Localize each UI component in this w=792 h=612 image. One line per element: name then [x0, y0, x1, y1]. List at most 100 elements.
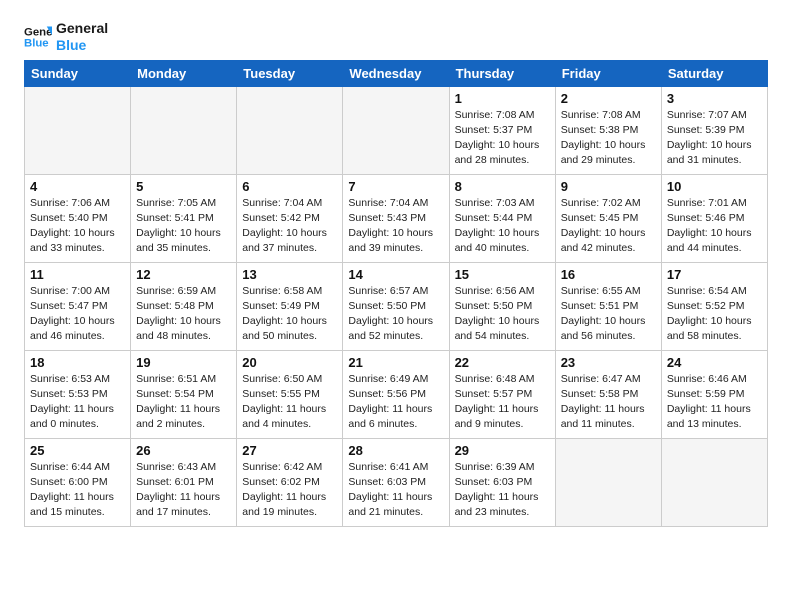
day-cell-29: 29 Sunrise: 6:39 AM Sunset: 6:03 PM Dayli… — [449, 438, 555, 526]
empty-cell — [237, 86, 343, 174]
day-info: Sunrise: 7:04 AM Sunset: 5:43 PM Dayligh… — [348, 196, 443, 257]
empty-cell — [555, 438, 661, 526]
day-info: Sunrise: 7:01 AM Sunset: 5:46 PM Dayligh… — [667, 196, 762, 257]
day-info: Sunrise: 7:03 AM Sunset: 5:44 PM Dayligh… — [455, 196, 550, 257]
day-cell-22: 22Sunrise: 6:48 AM Sunset: 5:57 PM Dayli… — [449, 350, 555, 438]
day-cell-11: 11 Sunrise: 7:00 AM Sunset: 5:47 PM Dayli… — [25, 262, 131, 350]
header-row: SundayMondayTuesdayWednesdayThursdayFrid… — [25, 60, 768, 86]
day-cell-27: 27 Sunrise: 6:42 AM Sunset: 6:02 PM Dayli… — [237, 438, 343, 526]
day-number: 19 — [136, 355, 231, 370]
svg-text:Blue: Blue — [24, 37, 49, 49]
week-row-2: 4 Sunrise: 7:06 AM Sunset: 5:40 PM Daylig… — [25, 174, 768, 262]
day-number: 4 — [30, 179, 125, 194]
day-number: 7 — [348, 179, 443, 194]
day-cell-18: 18 Sunrise: 6:53 AM Sunset: 5:53 PM Dayli… — [25, 350, 131, 438]
day-info: Sunrise: 6:50 AM Sunset: 5:55 PM Dayligh… — [242, 372, 337, 433]
day-number: 21 — [348, 355, 443, 370]
day-cell-8: 8 Sunrise: 7:03 AM Sunset: 5:44 PM Daylig… — [449, 174, 555, 262]
empty-cell — [343, 86, 449, 174]
empty-cell — [661, 438, 767, 526]
day-cell-6: 6 Sunrise: 7:04 AM Sunset: 5:42 PM Daylig… — [237, 174, 343, 262]
day-cell-3: 3 Sunrise: 7:07 AM Sunset: 5:39 PM Daylig… — [661, 86, 767, 174]
day-info: Sunrise: 7:07 AM Sunset: 5:39 PM Dayligh… — [667, 108, 762, 169]
day-info: Sunrise: 6:56 AM Sunset: 5:50 PM Dayligh… — [455, 284, 550, 345]
day-number: 10 — [667, 179, 762, 194]
day-cell-19: 19Sunrise: 6:51 AM Sunset: 5:54 PM Dayli… — [131, 350, 237, 438]
page-header: General Blue General Blue — [24, 20, 768, 54]
day-header-friday: Friday — [555, 60, 661, 86]
day-number: 27 — [242, 443, 337, 458]
day-number: 26 — [136, 443, 231, 458]
day-number: 18 — [30, 355, 125, 370]
day-cell-15: 15Sunrise: 6:56 AM Sunset: 5:50 PM Dayli… — [449, 262, 555, 350]
day-number: 2 — [561, 91, 656, 106]
day-cell-12: 12 Sunrise: 6:59 AM Sunset: 5:48 PM Dayli… — [131, 262, 237, 350]
day-number: 3 — [667, 91, 762, 106]
day-header-thursday: Thursday — [449, 60, 555, 86]
day-cell-28: 28 Sunrise: 6:41 AM Sunset: 6:03 PM Dayli… — [343, 438, 449, 526]
day-info: Sunrise: 6:54 AM Sunset: 5:52 PM Dayligh… — [667, 284, 762, 345]
day-cell-5: 5 Sunrise: 7:05 AM Sunset: 5:41 PM Daylig… — [131, 174, 237, 262]
day-cell-1: 1 Sunrise: 7:08 AM Sunset: 5:37 PM Daylig… — [449, 86, 555, 174]
day-info: Sunrise: 6:55 AM Sunset: 5:51 PM Dayligh… — [561, 284, 656, 345]
day-number: 16 — [561, 267, 656, 282]
logo-line2: Blue — [56, 37, 108, 54]
day-info: Sunrise: 7:05 AM Sunset: 5:41 PM Dayligh… — [136, 196, 231, 257]
day-number: 8 — [455, 179, 550, 194]
day-number: 1 — [455, 91, 550, 106]
logo: General Blue General Blue — [24, 20, 108, 54]
day-info: Sunrise: 7:06 AM Sunset: 5:40 PM Dayligh… — [30, 196, 125, 257]
day-info: Sunrise: 6:49 AM Sunset: 5:56 PM Dayligh… — [348, 372, 443, 433]
day-info: Sunrise: 6:59 AM Sunset: 5:48 PM Dayligh… — [136, 284, 231, 345]
day-info: Sunrise: 6:39 AM Sunset: 6:03 PM Dayligh… — [455, 460, 550, 521]
day-cell-16: 16 Sunrise: 6:55 AM Sunset: 5:51 PM Dayli… — [555, 262, 661, 350]
day-cell-20: 20 Sunrise: 6:50 AM Sunset: 5:55 PM Dayli… — [237, 350, 343, 438]
day-number: 5 — [136, 179, 231, 194]
day-cell-17: 17 Sunrise: 6:54 AM Sunset: 5:52 PM Dayli… — [661, 262, 767, 350]
day-info: Sunrise: 7:04 AM Sunset: 5:42 PM Dayligh… — [242, 196, 337, 257]
day-number: 12 — [136, 267, 231, 282]
day-number: 28 — [348, 443, 443, 458]
day-header-sunday: Sunday — [25, 60, 131, 86]
week-row-4: 18 Sunrise: 6:53 AM Sunset: 5:53 PM Dayli… — [25, 350, 768, 438]
day-info: Sunrise: 6:42 AM Sunset: 6:02 PM Dayligh… — [242, 460, 337, 521]
logo-icon: General Blue — [24, 23, 52, 51]
day-info: Sunrise: 6:57 AM Sunset: 5:50 PM Dayligh… — [348, 284, 443, 345]
day-info: Sunrise: 6:46 AM Sunset: 5:59 PM Dayligh… — [667, 372, 762, 433]
day-cell-2: 2 Sunrise: 7:08 AM Sunset: 5:38 PM Daylig… — [555, 86, 661, 174]
day-info: Sunrise: 6:47 AM Sunset: 5:58 PM Dayligh… — [561, 372, 656, 433]
day-info: Sunrise: 7:02 AM Sunset: 5:45 PM Dayligh… — [561, 196, 656, 257]
day-info: Sunrise: 7:08 AM Sunset: 5:38 PM Dayligh… — [561, 108, 656, 169]
day-cell-4: 4 Sunrise: 7:06 AM Sunset: 5:40 PM Daylig… — [25, 174, 131, 262]
day-info: Sunrise: 6:44 AM Sunset: 6:00 PM Dayligh… — [30, 460, 125, 521]
day-number: 24 — [667, 355, 762, 370]
day-number: 29 — [455, 443, 550, 458]
logo-line1: General — [56, 20, 108, 37]
day-info: Sunrise: 6:41 AM Sunset: 6:03 PM Dayligh… — [348, 460, 443, 521]
day-info: Sunrise: 6:48 AM Sunset: 5:57 PM Dayligh… — [455, 372, 550, 433]
day-cell-25: 25 Sunrise: 6:44 AM Sunset: 6:00 PM Dayli… — [25, 438, 131, 526]
day-number: 20 — [242, 355, 337, 370]
day-cell-13: 13Sunrise: 6:58 AM Sunset: 5:49 PM Dayli… — [237, 262, 343, 350]
week-row-1: 1 Sunrise: 7:08 AM Sunset: 5:37 PM Daylig… — [25, 86, 768, 174]
day-cell-10: 10 Sunrise: 7:01 AM Sunset: 5:46 PM Dayli… — [661, 174, 767, 262]
day-number: 14 — [348, 267, 443, 282]
day-number: 11 — [30, 267, 125, 282]
day-number: 25 — [30, 443, 125, 458]
day-number: 13 — [242, 267, 337, 282]
day-info: Sunrise: 6:43 AM Sunset: 6:01 PM Dayligh… — [136, 460, 231, 521]
day-cell-21: 21 Sunrise: 6:49 AM Sunset: 5:56 PM Dayli… — [343, 350, 449, 438]
day-cell-14: 14 Sunrise: 6:57 AM Sunset: 5:50 PM Dayli… — [343, 262, 449, 350]
empty-cell — [25, 86, 131, 174]
day-number: 17 — [667, 267, 762, 282]
day-info: Sunrise: 6:53 AM Sunset: 5:53 PM Dayligh… — [30, 372, 125, 433]
day-cell-7: 7 Sunrise: 7:04 AM Sunset: 5:43 PM Daylig… — [343, 174, 449, 262]
week-row-5: 25 Sunrise: 6:44 AM Sunset: 6:00 PM Dayli… — [25, 438, 768, 526]
day-info: Sunrise: 7:00 AM Sunset: 5:47 PM Dayligh… — [30, 284, 125, 345]
day-number: 6 — [242, 179, 337, 194]
day-info: Sunrise: 7:08 AM Sunset: 5:37 PM Dayligh… — [455, 108, 550, 169]
day-cell-24: 24 Sunrise: 6:46 AM Sunset: 5:59 PM Dayli… — [661, 350, 767, 438]
empty-cell — [131, 86, 237, 174]
day-header-tuesday: Tuesday — [237, 60, 343, 86]
day-cell-26: 26 Sunrise: 6:43 AM Sunset: 6:01 PM Dayli… — [131, 438, 237, 526]
